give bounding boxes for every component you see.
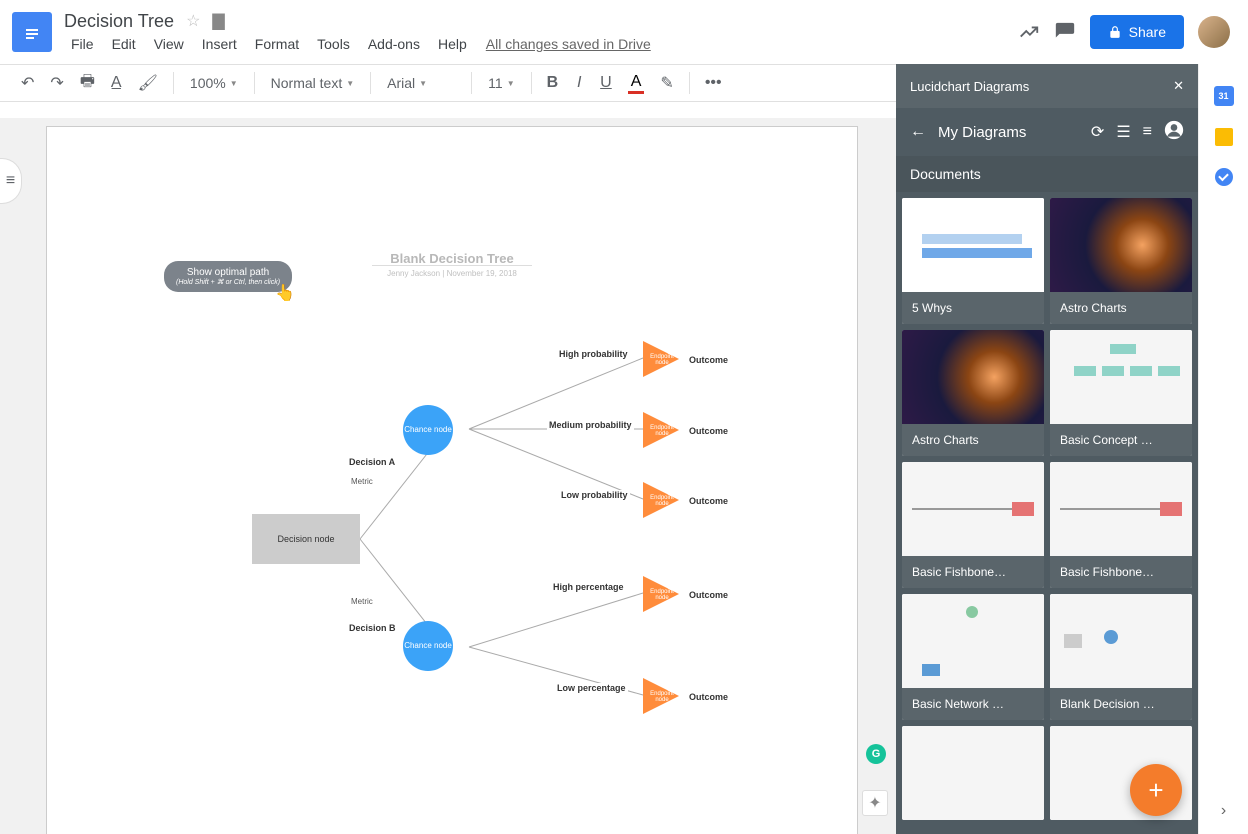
- tooltip: Show optimal path (Hold Shift + ⌘ or Ctr…: [164, 261, 292, 292]
- more-button[interactable]: •••: [700, 69, 727, 97]
- panel-grid[interactable]: 5 Whys Astro Charts Astro Charts Basic C…: [896, 192, 1198, 834]
- cursor-icon: 👆: [275, 283, 295, 303]
- diagram-card[interactable]: Basic Concept …: [1050, 330, 1192, 456]
- high-pct-label: High percentage: [551, 582, 626, 592]
- tooltip-sub: (Hold Shift + ⌘ or Ctrl, then click): [176, 278, 280, 286]
- document-title[interactable]: Decision Tree: [64, 11, 174, 32]
- list-icon[interactable]: ≡: [1143, 123, 1152, 141]
- metric-b: Metric: [349, 597, 375, 606]
- account-avatar[interactable]: [1198, 16, 1230, 48]
- diagram-card[interactable]: Astro Charts: [902, 330, 1044, 456]
- metric-a: Metric: [349, 477, 375, 486]
- rail-expand-icon[interactable]: ›: [1221, 802, 1226, 820]
- outcome-1: Outcome: [689, 355, 728, 365]
- italic-button[interactable]: I: [569, 69, 589, 97]
- highlight-button[interactable]: ✎: [655, 68, 678, 98]
- diagram-card[interactable]: Basic Fishbone…: [902, 462, 1044, 588]
- panel-header: Lucidchart Diagrams ✕: [896, 64, 1198, 108]
- new-diagram-fab[interactable]: +: [1130, 764, 1182, 816]
- outcome-4: Outcome: [689, 590, 728, 600]
- diagram-card[interactable]: Blank Decision …: [1050, 594, 1192, 720]
- decision-node: Decision node: [252, 514, 360, 564]
- endpoint-3: Endpoint node: [643, 482, 679, 518]
- tooltip-main: Show optimal path: [176, 267, 280, 278]
- style-select[interactable]: Normal text▼: [265, 71, 361, 95]
- menu-edit[interactable]: Edit: [105, 34, 143, 54]
- refresh-icon[interactable]: ⟳: [1091, 122, 1104, 142]
- lock-icon: [1108, 25, 1122, 39]
- menubar: File Edit View Insert Format Tools Add-o…: [64, 34, 1018, 54]
- underline-button[interactable]: U: [595, 69, 617, 97]
- calendar-icon[interactable]: 31: [1214, 86, 1234, 106]
- move-folder-icon[interactable]: ▇: [212, 11, 224, 31]
- grammarly-icon[interactable]: G: [866, 744, 886, 764]
- page: Blank Decision Tree Jenny Jackson | Nove…: [46, 126, 858, 834]
- decision-b-label: Decision B: [347, 623, 398, 633]
- lucidchart-panel: Lucidchart Diagrams ✕ ← My Diagrams ⟳ ☰ …: [896, 64, 1198, 834]
- tasks-icon[interactable]: [1215, 168, 1233, 186]
- diagram-subtitle: Jenny Jackson | November 19, 2018: [372, 265, 532, 278]
- save-status[interactable]: All changes saved in Drive: [486, 36, 651, 52]
- font-size-select[interactable]: 11▼: [482, 71, 520, 95]
- text-color-button[interactable]: A: [623, 68, 650, 99]
- menu-format[interactable]: Format: [248, 34, 306, 54]
- diagram-card[interactable]: Basic Network …: [902, 594, 1044, 720]
- spellcheck-button[interactable]: A̲: [106, 69, 127, 97]
- menu-addons[interactable]: Add-ons: [361, 34, 427, 54]
- endpoint-5: Endpoint node: [643, 678, 679, 714]
- high-prob-label: High probability: [557, 349, 630, 359]
- outcome-3: Outcome: [689, 496, 728, 506]
- document-canvas[interactable]: ≡ Blank Decision Tree Jenny Jackson | No…: [0, 118, 896, 834]
- redo-button[interactable]: ↷: [45, 68, 68, 98]
- diagram-card[interactable]: [902, 726, 1044, 820]
- decision-a-label: Decision A: [347, 457, 397, 467]
- diagram-title: Blank Decision Tree: [390, 251, 514, 266]
- menu-help[interactable]: Help: [431, 34, 474, 54]
- undo-button[interactable]: ↶: [16, 68, 39, 98]
- endpoint-2: Endpoint node: [643, 412, 679, 448]
- explore-button[interactable]: ✦: [862, 790, 888, 816]
- share-button[interactable]: Share: [1090, 15, 1184, 49]
- diagram-card[interactable]: 5 Whys: [902, 198, 1044, 324]
- menu-insert[interactable]: Insert: [195, 34, 244, 54]
- activity-icon[interactable]: [1018, 21, 1040, 43]
- chance-node-bottom: Chance node: [403, 621, 453, 671]
- menu-tools[interactable]: Tools: [310, 34, 357, 54]
- account-icon[interactable]: [1164, 120, 1184, 145]
- outcome-5: Outcome: [689, 692, 728, 702]
- endpoint-4: Endpoint node: [643, 576, 679, 612]
- keep-icon[interactable]: [1215, 128, 1233, 146]
- outline-toggle[interactable]: ≡: [0, 158, 22, 204]
- paint-format-button[interactable]: 🖌: [133, 68, 163, 98]
- connector-lines: [47, 127, 857, 834]
- panel-title: Lucidchart Diagrams: [910, 79, 1029, 94]
- share-label: Share: [1129, 24, 1166, 40]
- comments-icon[interactable]: [1054, 21, 1076, 43]
- outcome-2: Outcome: [689, 426, 728, 436]
- diagram-card[interactable]: Astro Charts: [1050, 198, 1192, 324]
- low-prob-label: Low probability: [559, 490, 630, 500]
- panel-nav-title: My Diagrams: [938, 124, 1079, 141]
- diagram-card[interactable]: Basic Fishbone…: [1050, 462, 1192, 588]
- med-prob-label: Medium probability: [547, 420, 634, 430]
- right-rail: 31 ›: [1198, 64, 1248, 834]
- bold-button[interactable]: B: [542, 69, 564, 97]
- sort-icon[interactable]: ☰: [1116, 122, 1130, 142]
- titlebar: Decision Tree ☆ ▇ File Edit View Insert …: [0, 0, 1248, 64]
- panel-section-header: Documents: [896, 156, 1198, 192]
- low-pct-label: Low percentage: [555, 683, 628, 693]
- menu-view[interactable]: View: [147, 34, 191, 54]
- star-icon[interactable]: ☆: [186, 11, 200, 31]
- docs-logo-icon[interactable]: [12, 12, 52, 52]
- close-icon[interactable]: ✕: [1173, 78, 1184, 94]
- diagram: Blank Decision Tree Jenny Jackson | Nove…: [47, 127, 857, 834]
- font-select[interactable]: Arial▼: [381, 71, 461, 95]
- chance-node-top: Chance node: [403, 405, 453, 455]
- menu-file[interactable]: File: [64, 34, 101, 54]
- panel-nav: ← My Diagrams ⟳ ☰ ≡: [896, 108, 1198, 156]
- zoom-select[interactable]: 100%▼: [184, 71, 244, 95]
- print-button[interactable]: 🖶: [75, 65, 100, 102]
- endpoint-1: Endpoint node: [643, 341, 679, 377]
- back-icon[interactable]: ←: [910, 123, 926, 141]
